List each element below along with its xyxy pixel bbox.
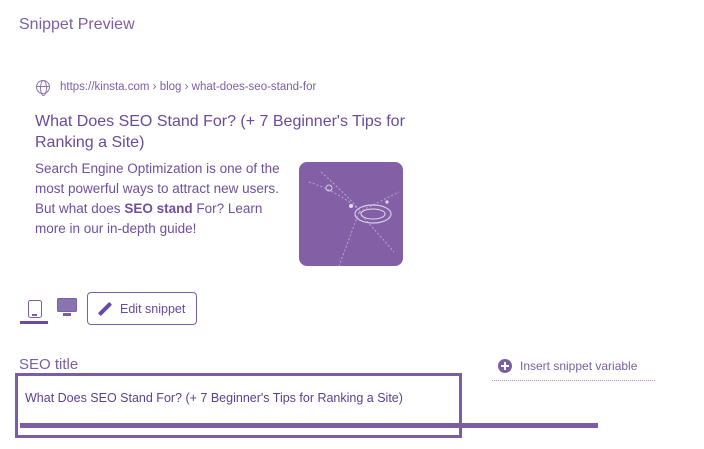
edit-snippet-button[interactable]: Edit snippet: [87, 292, 198, 325]
desktop-icon[interactable]: [57, 298, 77, 316]
pencil-icon: [98, 302, 112, 316]
insert-snippet-variable-label: Insert snippet variable: [520, 359, 638, 373]
url-row: https://kinsta.com › blog › what-does-se…: [35, 79, 317, 96]
description-text-bold: SEO stand: [124, 201, 193, 216]
result-description: Search Engine Optimization is one of the…: [35, 159, 290, 239]
result-title[interactable]: What Does SEO Stand For? (+ 7 Beginner's…: [35, 111, 405, 153]
result-url: https://kinsta.com › blog › what-does-se…: [60, 81, 317, 93]
section-title: Snippet Preview: [19, 16, 135, 33]
divider: [492, 380, 655, 381]
thumbnail-graphic: [308, 171, 400, 266]
snippet-preview-panel: Snippet Preview https://kinsta.com › blo…: [0, 0, 704, 449]
edit-snippet-label: Edit snippet: [120, 301, 186, 316]
result-thumbnail: [299, 162, 403, 266]
seo-title-length-bar: [20, 423, 598, 428]
mobile-icon[interactable]: [28, 300, 42, 318]
seo-title-input[interactable]: [15, 373, 462, 438]
globe-icon: [35, 79, 50, 96]
insert-snippet-variable-button[interactable]: Insert snippet variable: [498, 359, 637, 373]
mobile-active-indicator: [20, 321, 48, 324]
seo-title-value[interactable]: What Does SEO Stand For? (+ 7 Beginner's…: [25, 391, 403, 405]
seo-title-label: SEO title: [19, 356, 79, 373]
plus-circle-icon: [498, 359, 512, 373]
